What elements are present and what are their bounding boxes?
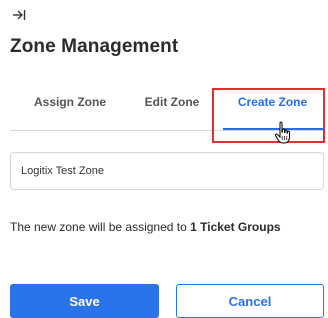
save-button[interactable]: Save	[10, 284, 159, 318]
ticket-group-count: 1 Ticket Groups	[190, 220, 281, 234]
assignment-info-text: The new zone will be assigned to 1 Ticke…	[10, 218, 310, 237]
zone-name-input[interactable]	[10, 152, 324, 190]
tab-edit-zone[interactable]: Edit Zone	[140, 88, 204, 128]
assignment-info-prefix: The new zone will be assigned to	[10, 220, 191, 234]
arrow-right-to-bar-icon	[12, 9, 26, 21]
collapse-panel-button[interactable]	[10, 6, 28, 24]
tab-create-zone[interactable]: Create Zone	[221, 88, 324, 128]
zone-management-panel: Zone Management Assign Zone Edit Zone Cr…	[0, 0, 328, 318]
page-title: Zone Management	[10, 36, 179, 57]
hand-pointer-cursor-icon	[274, 121, 294, 145]
cancel-button[interactable]: Cancel	[176, 284, 324, 318]
tab-assign-zone[interactable]: Assign Zone	[32, 88, 108, 128]
